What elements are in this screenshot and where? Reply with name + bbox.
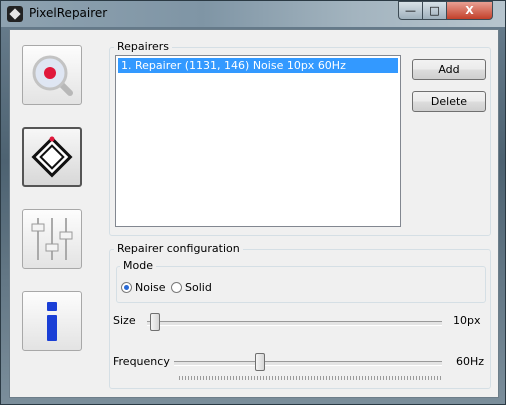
- config-group-label: Repairer configuration: [114, 242, 243, 255]
- sidebar-button-about[interactable]: [22, 291, 82, 351]
- repair-diamond-icon: [31, 136, 73, 178]
- mode-noise-label: Noise: [135, 281, 166, 294]
- close-button[interactable]: X: [446, 1, 493, 20]
- frequency-slider-thumb[interactable]: [255, 353, 265, 371]
- title-bar[interactable]: PixelRepairer — □ X: [1, 1, 505, 27]
- size-value: 10px: [453, 314, 481, 327]
- magnifier-icon: [32, 55, 73, 96]
- mode-solid-radio[interactable]: [171, 282, 182, 293]
- sidebar-button-repair[interactable]: [22, 127, 82, 187]
- mode-solid-label: Solid: [185, 281, 212, 294]
- size-slider-thumb[interactable]: [150, 313, 160, 331]
- frequency-label: Frequency: [113, 355, 170, 368]
- delete-button-label: Delete: [430, 95, 468, 108]
- repairers-list[interactable]: 1. Repairer (1131, 146) Noise 10px 60Hz: [115, 55, 401, 227]
- window-title: PixelRepairer: [29, 6, 108, 20]
- frequency-slider-track[interactable]: [174, 361, 442, 366]
- app-icon: [7, 6, 23, 22]
- add-button-label: Add: [438, 63, 460, 76]
- delete-button[interactable]: Delete: [412, 91, 486, 112]
- sidebar-button-settings[interactable]: [22, 209, 82, 269]
- mode-group-label: Mode: [120, 259, 156, 272]
- maximize-button[interactable]: □: [422, 1, 447, 20]
- frequency-slider-ticks: [179, 376, 441, 380]
- app-window: PixelRepairer — □ X Repairers 1. Repaire…: [0, 0, 506, 405]
- size-label: Size: [113, 314, 136, 327]
- mode-noise-radio[interactable]: [121, 282, 132, 293]
- frequency-value: 60Hz: [456, 355, 485, 368]
- client-area: Repairers 1. Repairer (1131, 146) Noise …: [9, 29, 499, 398]
- repairers-group-label: Repairers: [114, 40, 172, 53]
- list-item[interactable]: 1. Repairer (1131, 146) Noise 10px 60Hz: [118, 58, 398, 73]
- sidebar-button-scan[interactable]: [22, 45, 82, 105]
- minimize-button[interactable]: —: [398, 1, 423, 20]
- add-button[interactable]: Add: [412, 59, 486, 80]
- info-icon: [47, 302, 57, 341]
- size-slider-track[interactable]: [147, 321, 442, 326]
- sliders-icon: [31, 218, 73, 260]
